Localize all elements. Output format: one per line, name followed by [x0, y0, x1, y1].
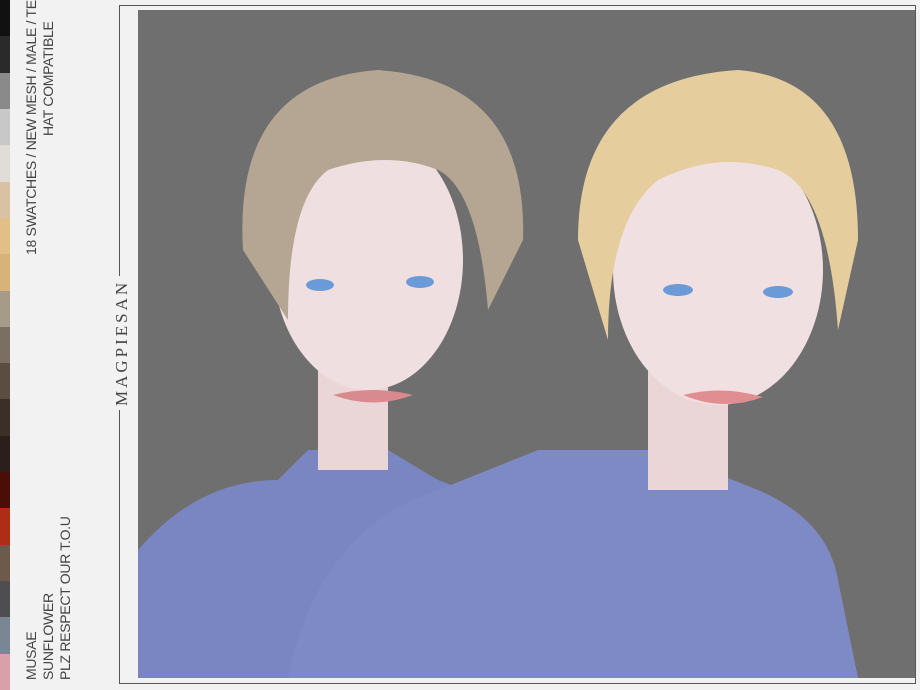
swatch-strip — [0, 0, 10, 690]
color-swatch — [0, 109, 10, 145]
color-swatch — [0, 545, 10, 581]
color-swatch — [0, 399, 10, 435]
info-line-1: 18 SWATCHES / NEW MESH / MALE / TEEN - E… — [23, 0, 39, 255]
color-swatch — [0, 508, 10, 544]
brand-logo: MAGPIESAN — [112, 276, 132, 410]
color-swatch — [0, 36, 10, 72]
color-swatch — [0, 218, 10, 254]
color-swatch — [0, 617, 10, 653]
color-swatch — [0, 291, 10, 327]
color-swatch — [0, 0, 10, 36]
color-swatch — [0, 182, 10, 218]
color-swatch — [0, 581, 10, 617]
color-swatch — [0, 254, 10, 290]
color-swatch — [0, 654, 10, 690]
credit-name: MUSAE — [23, 632, 39, 680]
color-swatch — [0, 363, 10, 399]
info-line-2: HAT COMPATIBLE — [40, 21, 56, 136]
credit-tou: PLZ RESPECT OUR T.O.U — [57, 516, 73, 680]
color-swatch — [0, 73, 10, 109]
color-swatch — [0, 436, 10, 472]
color-swatch — [0, 327, 10, 363]
color-swatch — [0, 145, 10, 181]
color-swatch — [0, 472, 10, 508]
credit-subtitle: SUNFLOWER — [40, 593, 56, 680]
preview-image — [138, 10, 915, 678]
